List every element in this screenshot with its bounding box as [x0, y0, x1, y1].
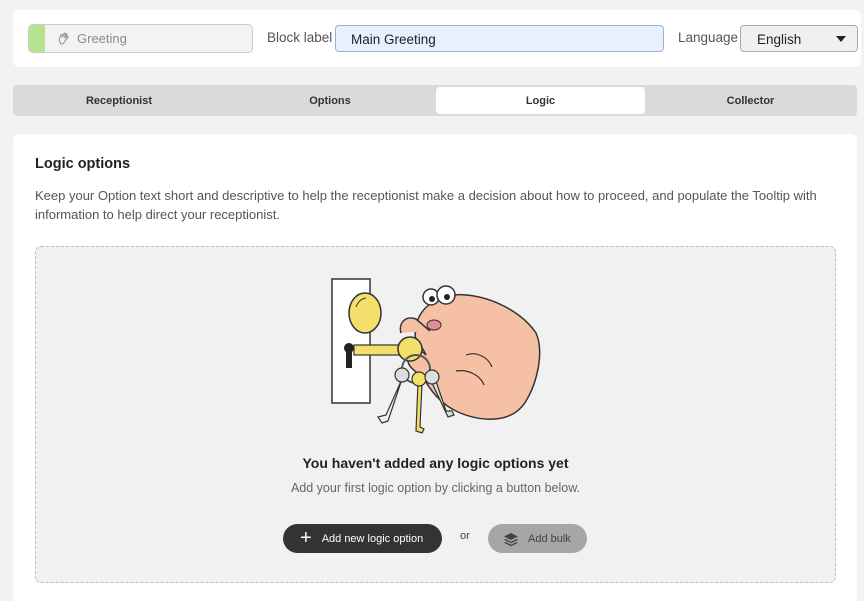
add-logic-option-label: Add new logic option [321, 532, 424, 545]
block-color-indicator [29, 25, 45, 52]
empty-state-subtitle: Add your first logic option by clicking … [290, 481, 581, 495]
block-type-label: Greeting [77, 31, 127, 46]
tab-collector[interactable]: Collector [646, 87, 855, 114]
chevron-down-icon [836, 36, 846, 42]
add-bulk-button[interactable]: Add bulk [488, 524, 587, 553]
hand-wave-icon [58, 32, 69, 45]
block-header: Greeting Block label Main Greeting Langu… [13, 10, 861, 67]
logic-panel: Logic options Keep your Option text shor… [13, 134, 857, 601]
tab-logic[interactable]: Logic [436, 87, 645, 114]
language-select[interactable]: English [740, 25, 858, 52]
empty-state-title: You haven't added any logic options yet [302, 455, 569, 471]
add-logic-option-button[interactable]: + Add new logic option [283, 524, 442, 553]
block-label-input[interactable]: Main Greeting [335, 25, 664, 52]
section-title: Logic options [35, 156, 131, 172]
tab-options[interactable]: Options [225, 87, 435, 114]
empty-state: You haven't added any logic options yet … [35, 246, 836, 583]
tab-receptionist[interactable]: Receptionist [15, 87, 223, 114]
tab-bar: Receptionist Options Logic Collector [13, 85, 857, 116]
or-separator: or [460, 530, 470, 542]
block-type-field: Greeting [28, 24, 253, 53]
language-value: English [757, 32, 802, 47]
hand-with-keys-illustration [331, 278, 541, 434]
language-caption: Language [678, 30, 739, 45]
layers-icon [504, 532, 518, 546]
block-label-caption: Block label [267, 30, 333, 45]
add-bulk-label: Add bulk [528, 532, 571, 545]
section-description: Keep your Option text short and descript… [35, 188, 817, 222]
plus-icon: + [300, 526, 312, 549]
